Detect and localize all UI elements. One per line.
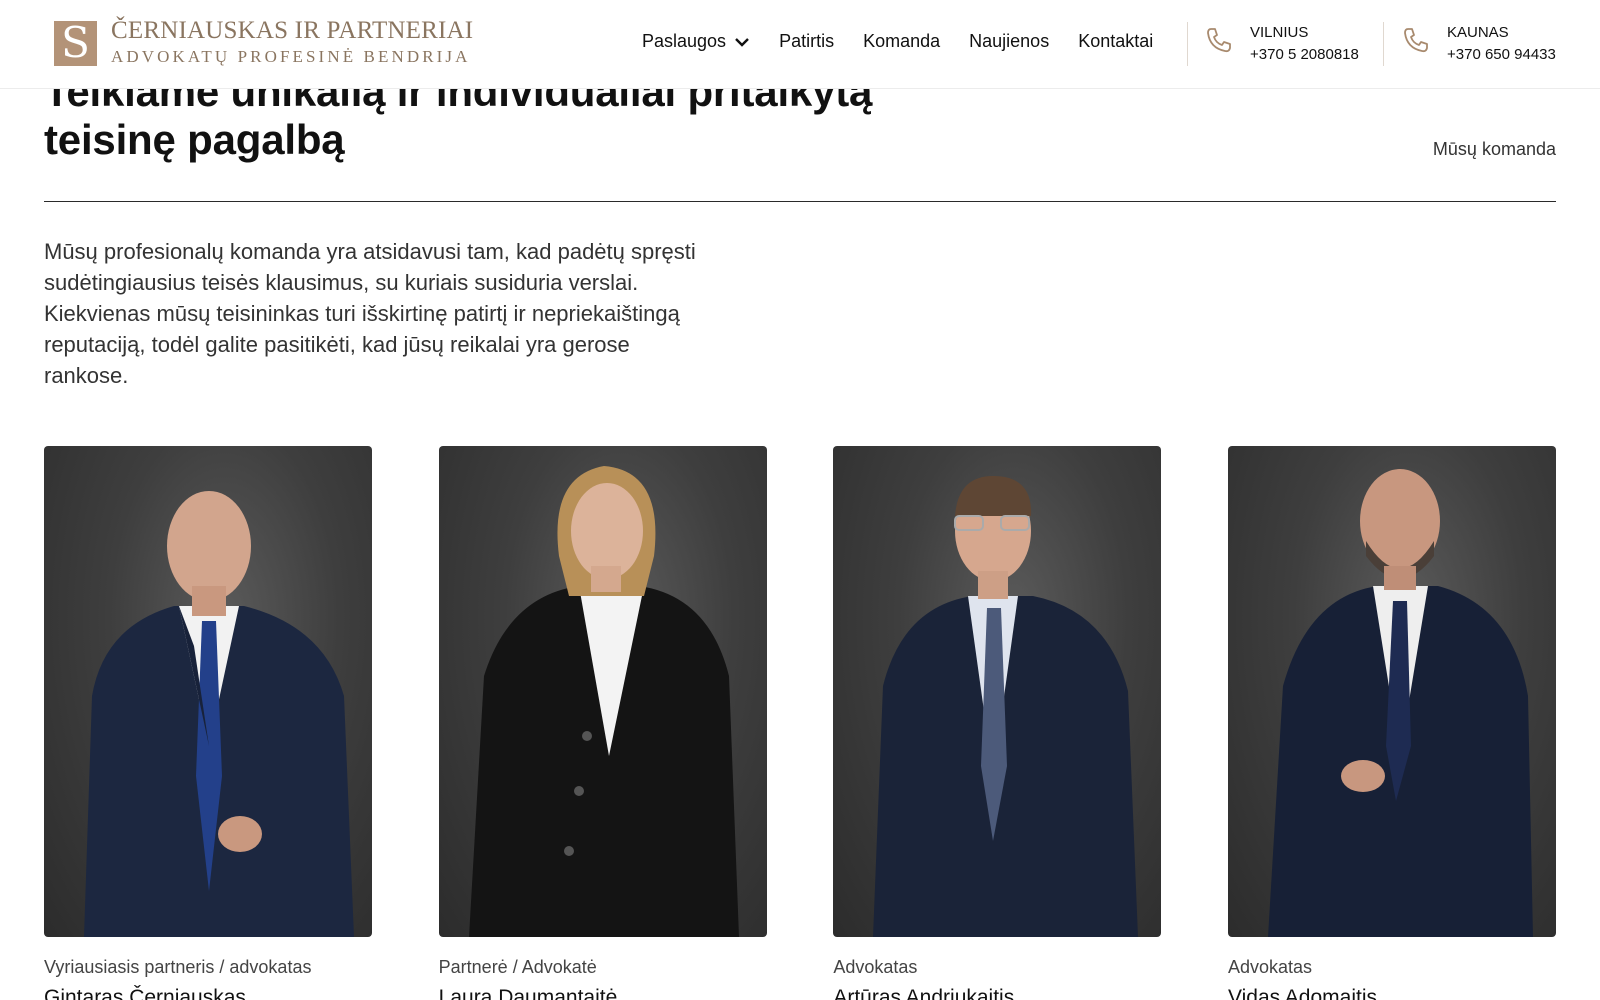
- office-info: KAUNAS +370 650 94433: [1447, 24, 1556, 64]
- intro-paragraph: Mūsų profesionalų komanda yra atsidavusi…: [44, 239, 696, 388]
- member-photo[interactable]: [44, 446, 372, 937]
- office-phone[interactable]: +370 650 94433: [1447, 46, 1556, 64]
- main-nav: Paslaugos Patirtis Komanda Naujienos Kon…: [642, 31, 1153, 52]
- member-name[interactable]: Laura Daumantaitė: [439, 986, 767, 1000]
- office-vilnius[interactable]: VILNIUS +370 5 2080818: [1205, 24, 1359, 64]
- site-logo[interactable]: S ČERNIAUSKAS IR PARTNERIAI ADVOKATŲ PRO…: [54, 18, 473, 68]
- member-role: Partnerė / Advokatė: [438, 957, 597, 977]
- nav-item-naujienos[interactable]: Naujienos: [969, 31, 1049, 52]
- office-city: KAUNAS: [1447, 24, 1509, 41]
- member-photo[interactable]: [438, 446, 767, 937]
- logo-name: ČERNIAUSKAS IR PARTNERIAI: [111, 17, 474, 44]
- office-phone[interactable]: +370 5 2080818: [1250, 46, 1359, 64]
- phone-icon: [1404, 28, 1428, 53]
- team-grid: Vyriausiasis partneris / advokatas Ginta…: [44, 446, 1556, 1000]
- nav-item-label: Paslaugos: [642, 31, 727, 51]
- portrait-illustration: [84, 491, 354, 937]
- main-content: Teikiame unikalią ir individualiai prita…: [0, 0, 1600, 1000]
- member-photo[interactable]: [833, 446, 1162, 937]
- team-member-card[interactable]: Advokatas Artūras Andriukaitis: [833, 446, 1162, 1000]
- portrait-illustration: [873, 476, 1139, 937]
- logo-mark: S: [54, 18, 97, 67]
- member-role: Vyriausiasis partneris / advokatas: [44, 957, 312, 977]
- logo-text: ČERNIAUSKAS IR PARTNERIAI ADVOKATŲ PROFE…: [111, 18, 473, 68]
- our-team-link[interactable]: Mūsų komanda: [1433, 139, 1556, 160]
- portrait-illustration: [468, 466, 739, 937]
- header-divider: [1187, 22, 1188, 66]
- logo-subtitle: ADVOKATŲ PROFESINĖ BENDRIJA: [111, 47, 471, 66]
- member-role: Advokatas: [833, 957, 918, 977]
- team-member-card[interactable]: Vyriausiasis partneris / advokatas Ginta…: [44, 446, 372, 1000]
- section-divider: [44, 201, 1556, 202]
- nav-item-komanda[interactable]: Komanda: [863, 31, 940, 52]
- phone-icon: [1207, 28, 1231, 53]
- member-name[interactable]: Vidas Adomaitis: [1228, 986, 1556, 1000]
- nav-item-kontaktai[interactable]: Kontaktai: [1078, 31, 1153, 52]
- chevron-down-icon: [735, 37, 749, 47]
- office-city: VILNIUS: [1250, 24, 1309, 41]
- member-name[interactable]: Artūras Andriukaitis: [833, 986, 1161, 1000]
- office-info: VILNIUS +370 5 2080818: [1250, 24, 1359, 64]
- member-photo[interactable]: [1227, 446, 1556, 937]
- member-name[interactable]: Gintaras Černiauskas: [44, 986, 372, 1000]
- member-role: Advokatas: [1227, 957, 1313, 977]
- team-member-card[interactable]: Partnerė / Advokatė Laura Daumantaitė: [438, 446, 767, 1000]
- team-member-card[interactable]: Advokatas Vidas Adomaitis: [1227, 446, 1556, 1000]
- site-header: S ČERNIAUSKAS IR PARTNERIAI ADVOKATŲ PRO…: [0, 0, 1600, 89]
- header-divider: [1383, 22, 1384, 66]
- nav-item-patirtis[interactable]: Patirtis: [779, 31, 834, 52]
- logo-mark-letter: S: [61, 18, 90, 67]
- nav-item-paslaugos[interactable]: Paslaugos: [642, 31, 750, 52]
- portrait-illustration: [1267, 469, 1533, 937]
- office-kaunas[interactable]: KAUNAS +370 650 94433: [1402, 24, 1556, 64]
